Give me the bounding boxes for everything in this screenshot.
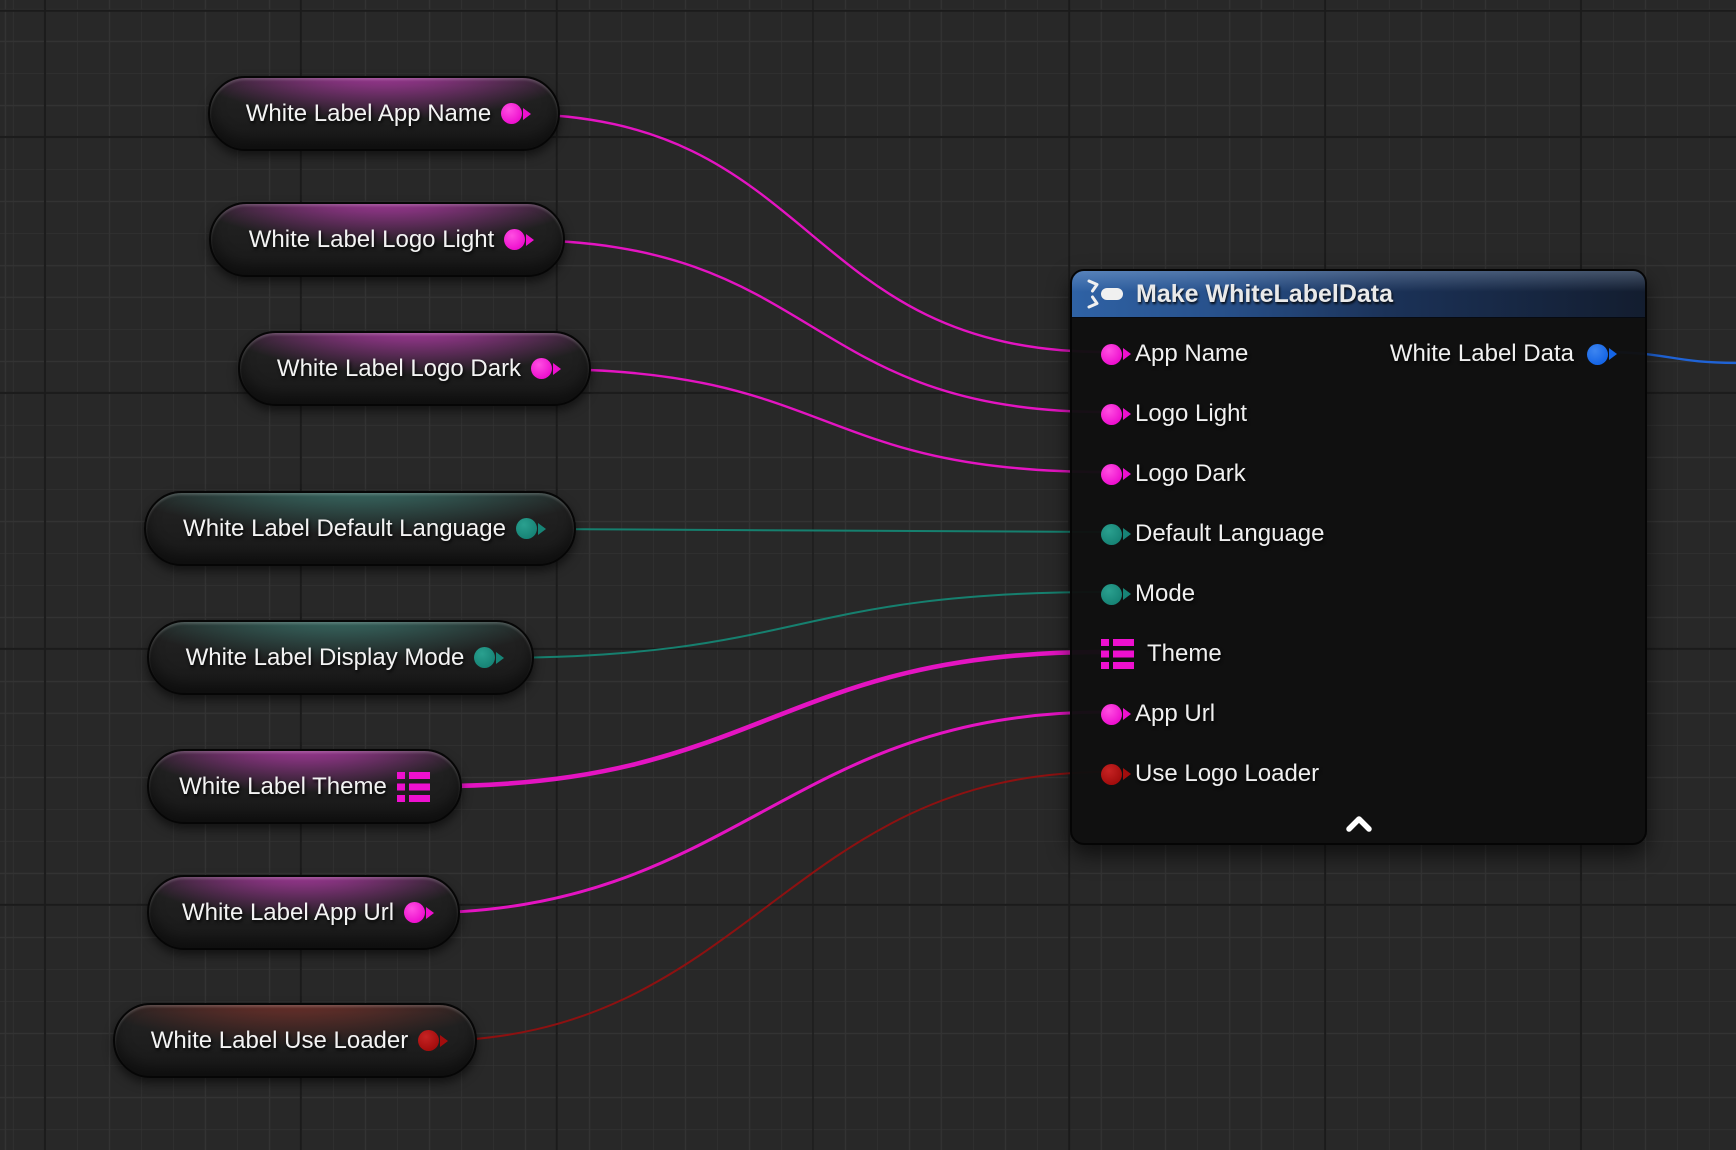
chevron-up-icon — [1344, 815, 1374, 833]
input-pin-label: Default Language — [1135, 522, 1325, 546]
output-pin[interactable] — [474, 647, 495, 668]
wire-bool[interactable] — [428, 772, 1106, 1041]
output-pin[interactable] — [516, 518, 537, 539]
wire-string[interactable] — [516, 240, 1106, 412]
wire-string[interactable] — [416, 712, 1106, 913]
input-pin-mode[interactable] — [1101, 584, 1122, 605]
output-pin[interactable] — [501, 103, 522, 124]
struct-output-pin[interactable] — [397, 771, 430, 803]
input-pin-row-use-logo-loader: Use Logo Loader — [1072, 744, 1645, 804]
input-pin-label: Logo Dark — [1135, 462, 1246, 486]
make-node-title: Make WhiteLabelData — [1136, 282, 1393, 307]
output-pin[interactable] — [504, 229, 525, 250]
input-pin-use-logo-loader[interactable] — [1101, 764, 1122, 785]
variable-node-label: White Label Default Language — [183, 517, 506, 541]
variable-node-white-label-app-name[interactable]: White Label App Name — [208, 76, 560, 151]
input-pin-row-theme: Theme — [1072, 624, 1645, 684]
struct-input-pin-theme[interactable] — [1101, 638, 1134, 670]
input-pin-label: Theme — [1147, 642, 1222, 666]
input-pin-row-default-language: Default Language — [1072, 504, 1645, 564]
variable-node-label: White Label Theme — [179, 775, 387, 799]
variable-node-white-label-theme[interactable]: White Label Theme — [147, 749, 462, 824]
input-pin-label: Use Logo Loader — [1135, 762, 1319, 786]
white-label-data-output-pin[interactable] — [1587, 344, 1608, 365]
input-pin-row-mode: Mode — [1072, 564, 1645, 624]
input-pin-row-app-url: App Url — [1072, 684, 1645, 744]
variable-node-white-label-logo-light[interactable]: White Label Logo Light — [209, 202, 565, 277]
wire-string[interactable] — [513, 114, 1106, 352]
input-pin-logo-dark[interactable] — [1101, 464, 1122, 485]
make-node-pin-list: App Name Logo Light Logo Dark Default Langu… — [1072, 317, 1645, 804]
input-pin-logo-light[interactable] — [1101, 404, 1122, 425]
wire-string[interactable] — [542, 369, 1106, 472]
output-pin-label: White Label Data — [1390, 342, 1574, 366]
variable-node-label: White Label App Name — [246, 102, 491, 126]
input-pin-app-url[interactable] — [1101, 704, 1122, 725]
input-pin-default-language[interactable] — [1101, 524, 1122, 545]
variable-node-label: White Label Logo Dark — [277, 357, 521, 381]
input-pin-app-name[interactable] — [1101, 344, 1122, 365]
variable-node-white-label-default-language[interactable]: White Label Default Language — [144, 491, 576, 566]
output-pin[interactable] — [418, 1030, 439, 1051]
wire-enum[interactable] — [487, 592, 1106, 658]
variable-node-label: White Label Logo Light — [249, 228, 495, 252]
variable-node-white-label-app-url[interactable]: White Label App Url — [147, 875, 460, 950]
input-pin-label: Mode — [1135, 582, 1195, 606]
variable-node-white-label-use-loader[interactable]: White Label Use Loader — [113, 1003, 477, 1078]
variable-node-label: White Label App Url — [182, 901, 394, 925]
make-node-header[interactable]: Make WhiteLabelData — [1072, 271, 1645, 318]
input-pin-row-logo-dark: Logo Dark — [1072, 444, 1645, 504]
make-struct-icon — [1086, 279, 1124, 309]
input-pin-label: App Name — [1135, 342, 1248, 366]
input-pin-label: Logo Light — [1135, 402, 1247, 426]
blueprint-canvas[interactable]: White Label App Name White Label Logo Lig… — [0, 0, 1736, 1150]
output-pin-row: White Label Data — [1390, 324, 1645, 384]
output-pin[interactable] — [404, 902, 425, 923]
variable-node-label: White Label Use Loader — [151, 1029, 408, 1053]
variable-node-label: White Label Display Mode — [186, 646, 465, 670]
wire-enum[interactable] — [529, 529, 1106, 532]
input-pin-row-logo-light: Logo Light — [1072, 384, 1645, 444]
output-pin[interactable] — [531, 358, 552, 379]
variable-node-white-label-display-mode[interactable]: White Label Display Mode — [147, 620, 534, 695]
make-struct-node[interactable]: Make WhiteLabelData App Name Logo Light Lo… — [1070, 269, 1647, 845]
variable-node-white-label-logo-dark[interactable]: White Label Logo Dark — [238, 331, 591, 406]
input-pin-label: App Url — [1135, 702, 1215, 726]
collapse-node-button[interactable] — [1342, 813, 1376, 835]
